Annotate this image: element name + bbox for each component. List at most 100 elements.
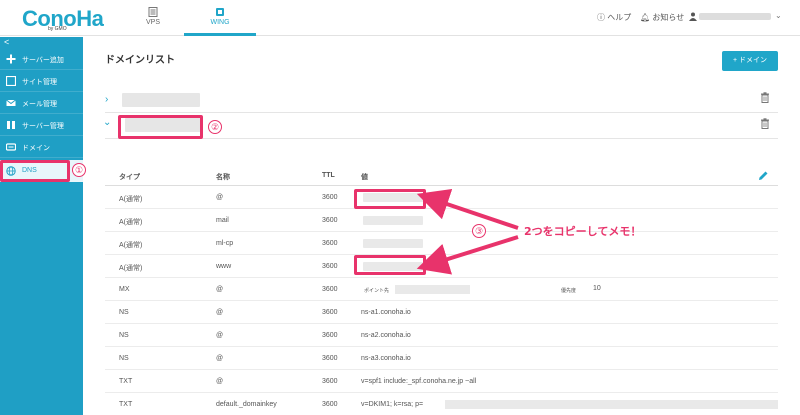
cell-ttl: 3600	[322, 240, 338, 247]
sidebar: < サーバー追加 サイト管理 メール管理 サーバー管理 ドメイン DNS	[0, 37, 83, 415]
user-icon	[689, 12, 697, 21]
step-3-marker: ③	[472, 224, 486, 238]
cell-type: TXT	[119, 401, 133, 408]
site-icon	[6, 76, 16, 86]
sidebar-item-server-manage[interactable]: サーバー管理	[0, 114, 83, 136]
cell-ttl: 3600	[322, 401, 338, 408]
cell-type: A(通常)	[119, 242, 143, 249]
add-domain-button[interactable]: + ドメイン	[722, 51, 778, 71]
cell-type: NS	[119, 332, 129, 339]
cell-value: ns-a3.conoha.io	[361, 355, 411, 362]
domain-row-expanded[interactable]: ⌄	[103, 112, 778, 139]
dkim-key-redacted	[445, 400, 778, 409]
wing-icon	[216, 8, 224, 16]
chevron-down-icon: ⌄	[775, 11, 782, 20]
step-1-marker: ①	[72, 163, 86, 177]
bell-icon: 🔔︎	[640, 13, 651, 22]
user-menu[interactable]: ⌄	[689, 11, 785, 22]
sidebar-item-mail[interactable]: メール管理	[0, 92, 83, 114]
callout-text: 2つをコピーしてメモ！	[524, 225, 642, 238]
top-header: ConoHa by GMO VPS WING ⓘ ヘルプ 🔔︎ お知らせ ⌄	[0, 0, 800, 36]
cell-type: NS	[119, 309, 129, 316]
cell-ttl: 3600	[322, 286, 338, 293]
page-title: ドメインリスト	[105, 55, 175, 66]
domain-name-redacted	[122, 93, 200, 107]
table-row[interactable]: NS @ 3600 ns-a1.conoha.io	[105, 301, 778, 324]
cell-name: mail	[216, 217, 229, 224]
cell-type: A(通常)	[119, 196, 143, 203]
mail-icon	[6, 99, 16, 106]
table-header: タイプ 名称 TTL 値	[105, 164, 778, 186]
cell-value: v=spf1 include:_spf.conoha.ne.jp ~all	[361, 378, 477, 385]
table-row[interactable]: NS @ 3600 ns-a2.conoha.io	[105, 324, 778, 347]
cell-value: v=DKIM1; k=rsa; p=	[361, 401, 424, 408]
cell-type: NS	[119, 355, 129, 362]
table-row[interactable]: NS @ 3600 ns-a3.conoha.io	[105, 347, 778, 370]
col-type: タイプ	[119, 174, 140, 181]
cell-ttl: 3600	[322, 263, 338, 270]
cell-ttl: 3600	[322, 355, 338, 362]
cell-ttl: 3600	[322, 378, 338, 385]
plus-icon	[6, 54, 16, 64]
notice-link[interactable]: 🔔︎ お知らせ	[640, 12, 684, 23]
cell-ttl: 3600	[322, 217, 338, 224]
domain-highlight-box	[118, 115, 203, 139]
sidebar-item-label: メール管理	[22, 101, 57, 108]
table-row[interactable]: MX @ 3600 ポイント先 優先度 10	[105, 278, 778, 301]
mx-priority-label: 優先度	[561, 288, 577, 294]
cell-type: A(通常)	[119, 265, 143, 272]
cell-ttl: 3600	[322, 194, 338, 201]
domain-icon	[6, 143, 16, 151]
cell-value-redacted	[363, 216, 423, 225]
help-label: ヘルプ	[607, 13, 632, 22]
mx-priority: 10	[593, 285, 601, 292]
cell-name: ml-cp	[216, 240, 234, 247]
cell-name: default._domainkey	[216, 401, 277, 408]
dns-highlight-box	[0, 160, 70, 182]
user-name-redacted	[699, 13, 771, 20]
notice-label: お知らせ	[652, 13, 685, 22]
trash-icon[interactable]	[760, 92, 770, 103]
cell-name: @	[216, 355, 224, 362]
col-name: 名称	[216, 174, 230, 181]
table-row[interactable]: A(通常) www 3600	[105, 255, 778, 278]
chevron-right-icon[interactable]: ›	[105, 94, 108, 105]
domain-row[interactable]: ›	[105, 88, 778, 113]
value-highlight-box	[354, 255, 426, 275]
cell-type: MX	[119, 286, 130, 293]
chevron-down-icon[interactable]: ⌄	[103, 117, 111, 128]
server-manage-icon	[7, 121, 15, 129]
cell-name: @	[216, 194, 224, 201]
table-row[interactable]: A(通常) mail 3600	[105, 209, 778, 232]
cell-value: ns-a2.conoha.io	[361, 332, 411, 339]
cell-name: @	[216, 309, 224, 316]
sidebar-item-site[interactable]: サイト管理	[0, 70, 83, 92]
tab-wing-label: WING	[210, 19, 230, 26]
table-row[interactable]: A(通常) @ 3600	[105, 186, 778, 209]
cell-value: ns-a1.conoha.io	[361, 309, 411, 316]
table-row[interactable]: TXT default._domainkey 3600 v=DKIM1; k=r…	[105, 393, 778, 415]
mx-target-label: ポイント先	[364, 288, 390, 294]
sidebar-item-domain[interactable]: ドメイン	[0, 136, 83, 158]
collapse-icon[interactable]: <	[4, 37, 9, 47]
tab-vps-label: VPS	[145, 19, 160, 26]
sidebar-item-label: サーバー追加	[22, 57, 64, 64]
table-row[interactable]: TXT @ 3600 v=spf1 include:_spf.conoha.ne…	[105, 370, 778, 393]
value-highlight-box	[354, 189, 426, 209]
cell-ttl: 3600	[322, 309, 338, 316]
sidebar-item-label: サイト管理	[22, 79, 57, 86]
sidebar-item-label: サーバー管理	[22, 123, 64, 130]
sidebar-item-label: ドメイン	[22, 145, 50, 152]
server-icon	[148, 7, 158, 17]
cell-type: TXT	[119, 378, 133, 385]
col-value: 値	[361, 174, 368, 181]
mx-target-redacted	[395, 285, 470, 294]
help-icon: ⓘ	[597, 13, 605, 22]
help-link[interactable]: ⓘ ヘルプ	[597, 12, 631, 23]
trash-icon[interactable]	[760, 118, 770, 129]
tab-vps[interactable]: VPS	[117, 0, 189, 36]
table-row[interactable]: A(通常) ml-cp 3600	[105, 232, 778, 255]
sidebar-item-add-server[interactable]: サーバー追加	[0, 48, 83, 70]
tab-wing[interactable]: WING	[184, 0, 256, 36]
cell-name: @	[216, 286, 224, 293]
